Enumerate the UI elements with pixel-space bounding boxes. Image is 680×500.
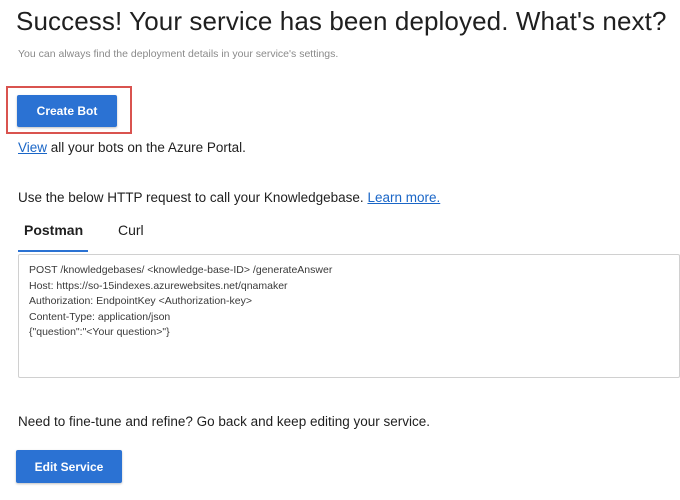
code-line: Host: https://so-15indexes.azurewebsites… <box>29 279 288 292</box>
code-line: {"question":"<Your question>"} <box>29 326 170 338</box>
tab-postman[interactable]: Postman <box>18 220 88 252</box>
code-line: Content-Type: application/json <box>29 310 171 323</box>
view-link[interactable]: View <box>18 140 47 155</box>
http-intro-text: Use the below HTTP request to call your … <box>18 190 368 205</box>
view-bots-line: View all your bots on the Azure Portal. <box>18 140 246 155</box>
http-request-code-box[interactable]: POST /knowledgebases/ <knowledge-base-ID… <box>18 254 680 378</box>
tab-curl[interactable]: Curl <box>112 220 150 252</box>
page-title: Success! Your service has been deployed.… <box>16 6 667 36</box>
code-line: POST /knowledgebases/ <knowledge-base-ID… <box>29 264 333 276</box>
http-request-intro: Use the below HTTP request to call your … <box>18 190 440 205</box>
edit-service-button[interactable]: Edit Service <box>16 450 122 483</box>
page-subtitle: You can always find the deployment detai… <box>18 48 339 60</box>
view-line-text: all your bots on the Azure Portal. <box>47 140 246 155</box>
code-line: Authorization: EndpointKey <Authorizatio… <box>29 295 252 307</box>
request-tabs: Postman Curl <box>18 220 150 254</box>
create-bot-button[interactable]: Create Bot <box>17 95 117 127</box>
fine-tune-text: Need to fine-tune and refine? Go back an… <box>18 414 431 429</box>
learn-more-link[interactable]: Learn more. <box>367 190 440 205</box>
